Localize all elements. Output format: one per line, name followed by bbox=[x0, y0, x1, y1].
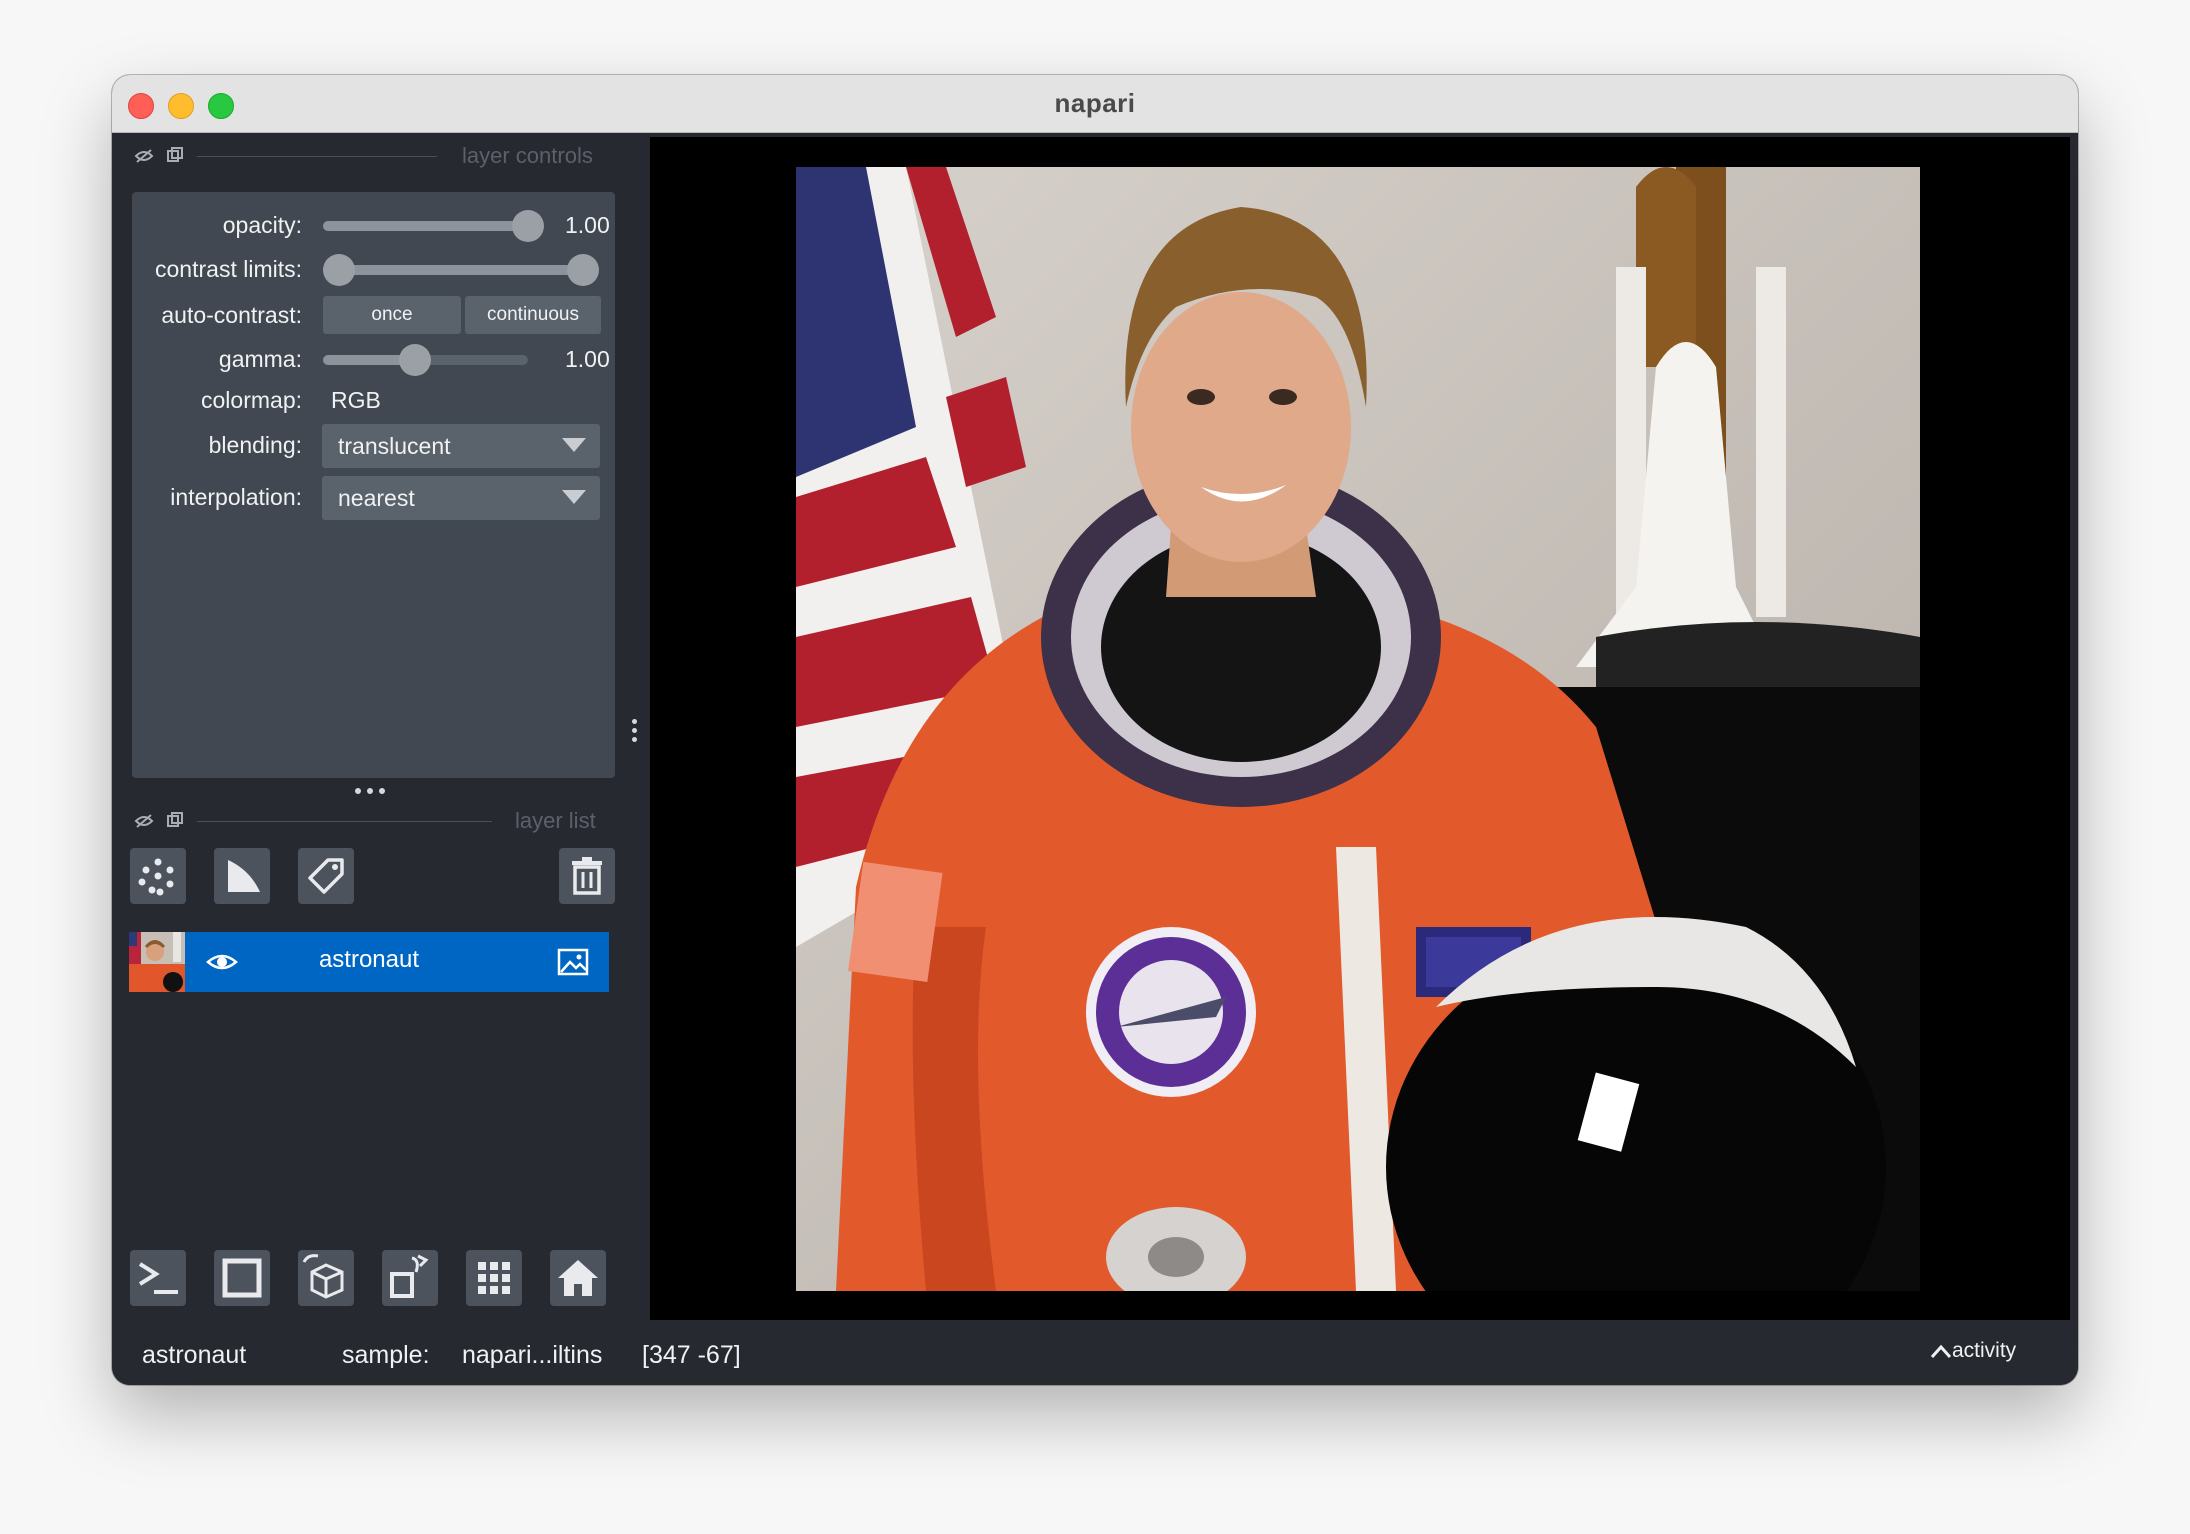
activity-toggle[interactable]: activity bbox=[1930, 1339, 2016, 1363]
layer-controls-header: layer controls bbox=[112, 136, 622, 176]
transpose-dims-button[interactable] bbox=[382, 1250, 438, 1306]
gamma-value: 1.00 bbox=[565, 346, 610, 372]
contrast-limits-range bbox=[323, 265, 585, 275]
status-bar: astronaut sample: napari...iltins [347 -… bbox=[112, 1325, 2078, 1385]
viewer-canvas[interactable] bbox=[650, 137, 2070, 1320]
new-shapes-layer-button[interactable] bbox=[214, 848, 270, 904]
gamma-slider-handle[interactable] bbox=[399, 344, 432, 376]
console-button[interactable] bbox=[130, 1250, 186, 1306]
roll-dims-button[interactable] bbox=[298, 1250, 354, 1306]
cube-icon bbox=[302, 1254, 344, 1299]
opacity-slider-fill bbox=[323, 221, 528, 231]
blending-label: blending: bbox=[208, 432, 302, 458]
opacity-label: opacity: bbox=[222, 212, 302, 238]
rotate-icon bbox=[390, 1254, 429, 1298]
points-icon bbox=[138, 858, 174, 896]
interpolation-select[interactable]: nearest bbox=[322, 476, 600, 520]
grid-icon bbox=[478, 1262, 510, 1294]
chevron-up-icon bbox=[1930, 1345, 1952, 1359]
delete-layer-button[interactable] bbox=[559, 848, 615, 904]
astronaut-image bbox=[796, 167, 1920, 1291]
float-dock-icon[interactable] bbox=[134, 811, 154, 831]
activity-label: activity bbox=[1952, 1339, 2017, 1362]
ndisplay-button[interactable] bbox=[214, 1250, 270, 1306]
contrast-high-handle[interactable] bbox=[567, 254, 599, 286]
chevron-down-icon bbox=[562, 490, 586, 504]
new-labels-layer-button[interactable] bbox=[298, 848, 354, 904]
dock-splitter-handle[interactable] bbox=[352, 785, 388, 797]
shapes-icon bbox=[228, 860, 260, 892]
title-bar: napari bbox=[112, 75, 2078, 133]
layer-thumbnail bbox=[129, 932, 185, 992]
auto-contrast-label: auto-contrast: bbox=[161, 302, 302, 328]
layer-name[interactable]: astronaut bbox=[219, 946, 519, 974]
home-icon bbox=[558, 1260, 598, 1296]
close-dock-icon[interactable] bbox=[165, 146, 185, 166]
layer-controls-title: layer controls bbox=[462, 143, 593, 168]
status-coordinates: [347 -67] bbox=[642, 1341, 741, 1369]
float-dock-icon[interactable] bbox=[134, 146, 154, 166]
status-source-label: sample: bbox=[342, 1341, 430, 1369]
napari-window: napari layer controls opacity: 1.00 cont… bbox=[112, 75, 2078, 1385]
trash-icon bbox=[572, 857, 602, 895]
home-button[interactable] bbox=[550, 1250, 606, 1306]
auto-contrast-once-button[interactable]: once bbox=[323, 296, 461, 334]
auto-contrast-continuous-button[interactable]: continuous bbox=[465, 296, 601, 334]
opacity-row: opacity: 1.00 bbox=[132, 206, 615, 246]
gamma-row: gamma: 1.00 bbox=[132, 340, 615, 380]
layer-list-header: layer list bbox=[112, 801, 622, 841]
opacity-value: 1.00 bbox=[565, 212, 610, 238]
colormap-value: RGB bbox=[331, 387, 381, 413]
status-layer-name: astronaut bbox=[142, 1341, 247, 1369]
colormap-row: colormap: RGB bbox=[132, 381, 615, 421]
layer-item-astronaut[interactable]: astronaut bbox=[129, 932, 609, 992]
dock-resize-handle[interactable] bbox=[632, 715, 642, 746]
square-icon bbox=[222, 1258, 262, 1298]
layer-controls-panel: opacity: 1.00 contrast limits: auto-cont… bbox=[132, 192, 615, 778]
blending-select[interactable]: translucent bbox=[322, 424, 600, 468]
image-layer-icon bbox=[557, 948, 589, 976]
opacity-slider-handle[interactable] bbox=[512, 210, 544, 242]
grid-view-button[interactable] bbox=[466, 1250, 522, 1306]
contrast-limits-label: contrast limits: bbox=[155, 256, 302, 282]
gamma-label: gamma: bbox=[218, 346, 302, 372]
new-points-layer-button[interactable] bbox=[130, 848, 186, 904]
auto-contrast-row: auto-contrast: once continuous bbox=[132, 294, 615, 334]
tag-icon bbox=[308, 858, 344, 894]
interpolation-label: interpolation: bbox=[170, 484, 302, 510]
blending-row: blending: translucent bbox=[132, 422, 615, 470]
terminal-icon bbox=[138, 1262, 178, 1294]
contrast-limits-row: contrast limits: bbox=[132, 250, 615, 290]
chevron-down-icon bbox=[562, 438, 586, 452]
contrast-low-handle[interactable] bbox=[323, 254, 355, 286]
opacity-slider[interactable] bbox=[323, 221, 528, 231]
layer-list-title: layer list bbox=[515, 808, 596, 833]
blending-value: translucent bbox=[338, 433, 451, 459]
interpolation-value: nearest bbox=[338, 485, 415, 511]
contrast-limits-slider[interactable] bbox=[323, 265, 585, 275]
close-dock-icon[interactable] bbox=[165, 811, 185, 831]
interpolation-row: interpolation: nearest bbox=[132, 474, 615, 522]
colormap-label: colormap: bbox=[201, 387, 302, 413]
window-title: napari bbox=[1054, 88, 1136, 118]
status-source-value: napari...iltins bbox=[462, 1341, 603, 1369]
